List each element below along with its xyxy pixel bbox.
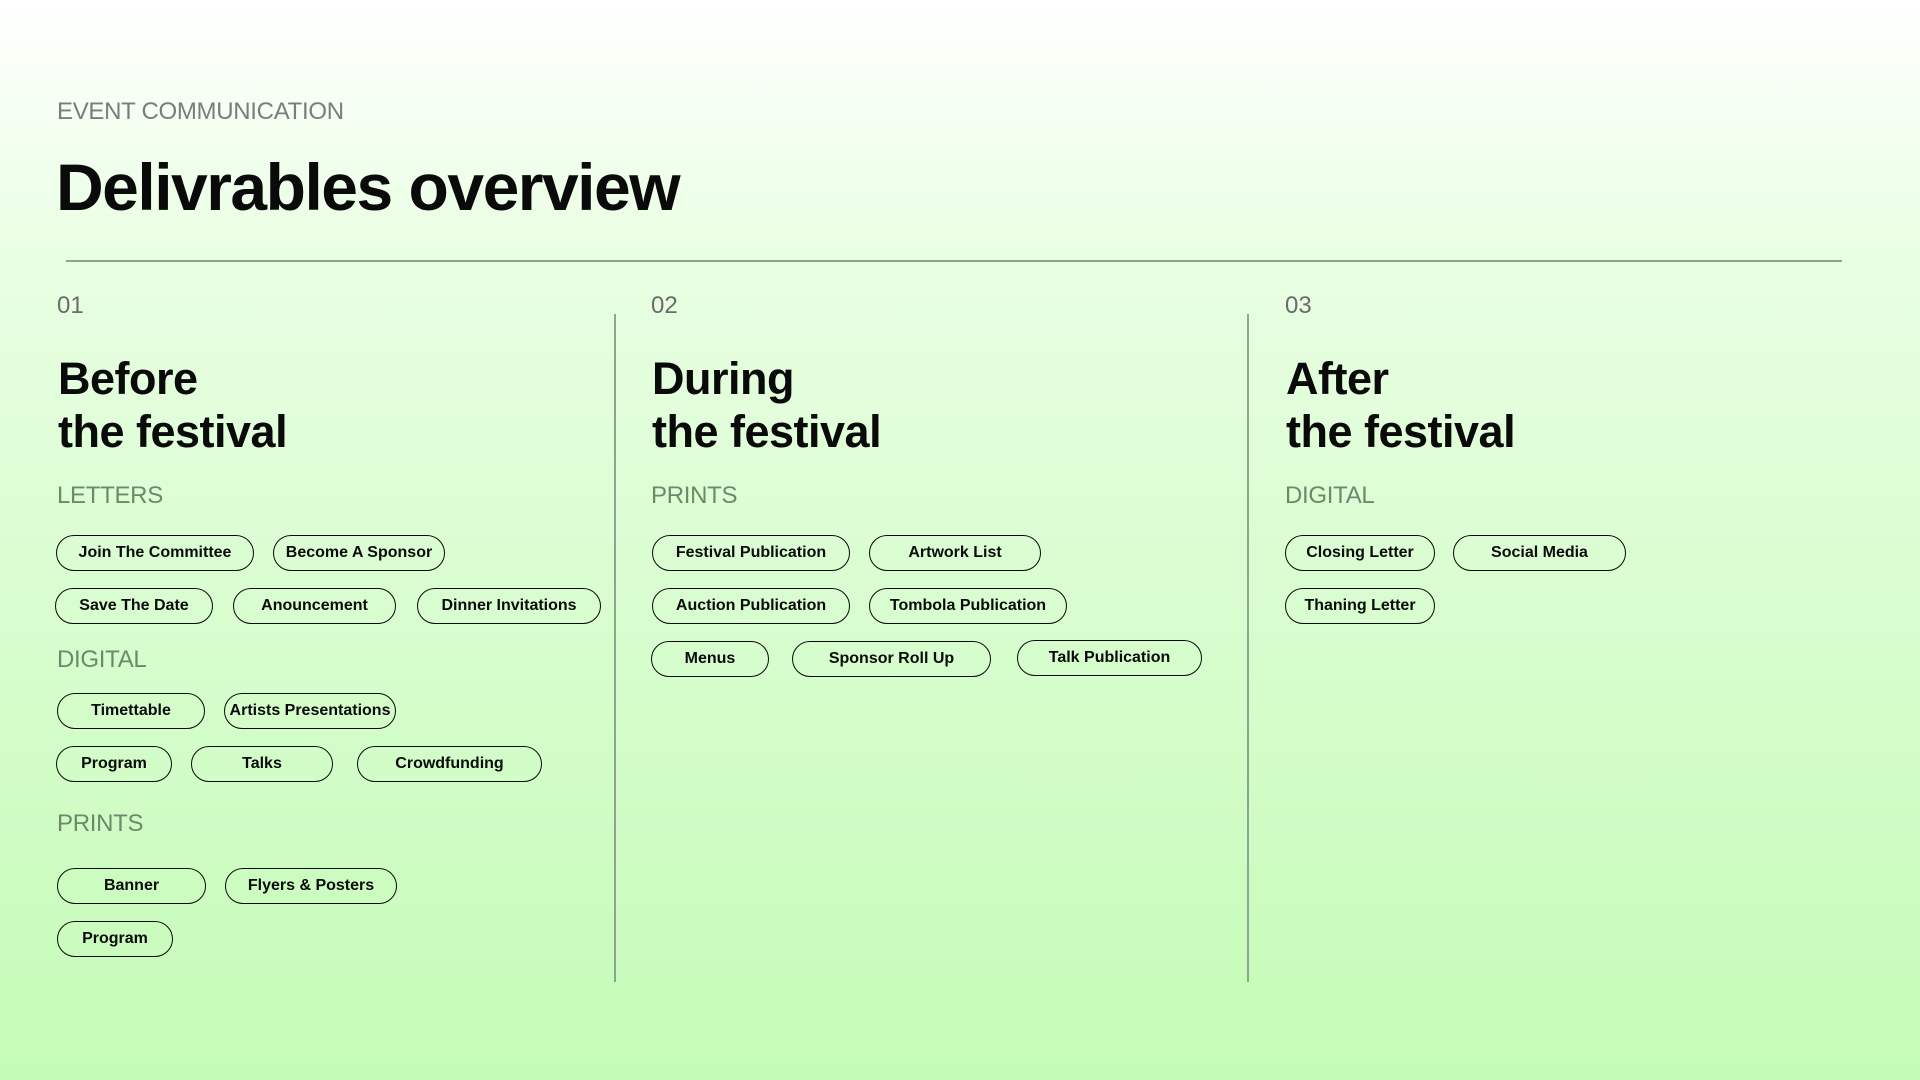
tag-timettable[interactable]: Timettable xyxy=(57,693,205,729)
tag-save-the-date[interactable]: Save The Date xyxy=(55,588,213,624)
eyebrow-label: EVENT COMMUNICATION xyxy=(57,98,344,125)
tag-dinner-invitations[interactable]: Dinner Invitations xyxy=(417,588,601,624)
tag-tombola-publication[interactable]: Tombola Publication xyxy=(869,588,1067,624)
tag-crowdfunding[interactable]: Crowdfunding xyxy=(357,746,542,782)
column-title-line1: During xyxy=(652,353,794,404)
tag-become-a-sponsor[interactable]: Become A Sponsor xyxy=(273,535,445,571)
column-title-line2: the festival xyxy=(1286,406,1516,457)
tag-artists-presentations[interactable]: Artists Presentations xyxy=(224,693,396,729)
column-divider-2 xyxy=(1247,314,1249,982)
column-title: After the festival xyxy=(1286,352,1516,458)
tag-thaning-letter[interactable]: Thaning Letter xyxy=(1285,588,1435,624)
header-divider xyxy=(66,260,1842,262)
tag-talk-publication[interactable]: Talk Publication xyxy=(1017,640,1202,676)
column-title-line2: the festival xyxy=(58,406,288,457)
tag-artwork-list[interactable]: Artwork List xyxy=(869,535,1041,571)
column-title: Before the festival xyxy=(58,352,288,458)
column-number: 02 xyxy=(651,292,678,319)
tag-anouncement[interactable]: Anouncement xyxy=(233,588,396,624)
tag-sponsor-roll-up[interactable]: Sponsor Roll Up xyxy=(792,641,991,677)
category-label-prints: PRINTS xyxy=(57,810,144,837)
tag-auction-publication[interactable]: Auction Publication xyxy=(652,588,850,624)
tag-festival-publication[interactable]: Festival Publication xyxy=(652,535,850,571)
tag-program[interactable]: Program xyxy=(56,746,172,782)
category-label-letters: LETTERS xyxy=(57,482,163,509)
column-number: 01 xyxy=(57,292,84,319)
column-number: 03 xyxy=(1285,292,1312,319)
column-title-line1: After xyxy=(1286,353,1389,404)
page-title: Delivrables overview xyxy=(56,150,681,224)
tag-closing-letter[interactable]: Closing Letter xyxy=(1285,535,1435,571)
column-divider-1 xyxy=(614,314,616,982)
column-title-line1: Before xyxy=(58,353,198,404)
tag-program-print[interactable]: Program xyxy=(57,921,173,957)
tag-flyers-posters[interactable]: Flyers & Posters xyxy=(225,868,397,904)
tag-talks[interactable]: Talks xyxy=(191,746,333,782)
column-title-line2: the festival xyxy=(652,406,882,457)
category-label-digital: DIGITAL xyxy=(1285,482,1375,509)
column-title: During the festival xyxy=(652,352,882,458)
category-label-prints: PRINTS xyxy=(651,482,738,509)
tag-menus[interactable]: Menus xyxy=(651,641,769,677)
tag-banner[interactable]: Banner xyxy=(57,868,206,904)
tag-social-media[interactable]: Social Media xyxy=(1453,535,1626,571)
category-label-digital: DIGITAL xyxy=(57,646,147,673)
tag-join-the-committee[interactable]: Join The Committee xyxy=(56,535,254,571)
